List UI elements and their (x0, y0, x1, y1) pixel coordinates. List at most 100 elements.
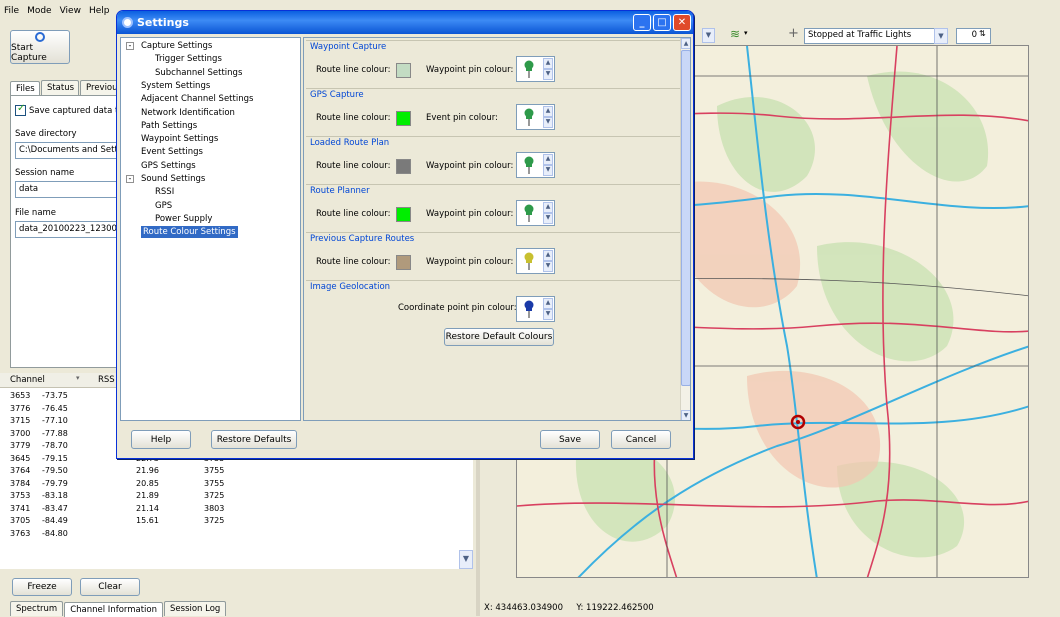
pin-colour-picker[interactable]: ▲ ▼ (516, 56, 555, 82)
save-checkbox[interactable]: Save captured data to (15, 103, 124, 116)
dialog-titlebar[interactable]: Settings _ □ ✕ (117, 11, 693, 34)
pin-spinner[interactable]: ▲ ▼ (543, 202, 553, 224)
pin-colour-picker[interactable]: ▲ ▼ (516, 296, 555, 322)
table-row[interactable]: 3784 -79.79 20.85 3755 (0, 478, 470, 491)
pin-spinner[interactable]: ▲ ▼ (543, 106, 553, 128)
pin-colour-label: Waypoint pin colour: (426, 257, 514, 267)
tab-files[interactable]: Files (10, 81, 40, 96)
tree-item[interactable]: Power Supply (155, 213, 212, 225)
pushpin-icon (522, 252, 536, 270)
pin-colour-picker[interactable]: ▲ ▼ (516, 248, 555, 274)
tree-item[interactable]: Capture Settings (141, 40, 212, 52)
table-cell: 3764 (10, 466, 31, 475)
tab-previous[interactable]: Previous (80, 80, 119, 95)
settings-tree: - Capture Settings Trigger Settings Subchan… (120, 37, 301, 421)
tab-session-log[interactable]: Session Log (164, 601, 227, 616)
tab-status[interactable]: Status (40, 80, 80, 95)
route-line-colour-swatch[interactable] (396, 159, 411, 174)
cancel-button[interactable]: Cancel (611, 430, 671, 449)
pin-colour-picker[interactable]: ▲ ▼ (516, 200, 555, 226)
table-cell: -73.75 (42, 391, 68, 400)
sort-icon: ▾ (76, 374, 80, 382)
table-row[interactable]: 3705 -84.49 15.61 3725 (0, 515, 470, 528)
pin-colour-picker[interactable]: ▲ ▼ (516, 104, 555, 130)
route-line-colour-swatch[interactable] (396, 111, 411, 126)
freeze-button[interactable]: Freeze (12, 578, 72, 596)
pin-colour-picker[interactable]: ▲ ▼ (516, 152, 555, 178)
table-cell: 3784 (10, 478, 31, 488)
table-cell: -79.50 (42, 466, 68, 475)
tab-spectrum[interactable]: Spectrum (10, 601, 64, 616)
tree-item[interactable]: Subchannel Settings (155, 67, 242, 79)
col-channel[interactable]: Channel (10, 375, 45, 385)
tree-item[interactable]: RSSI (155, 186, 174, 198)
pin-spinner[interactable]: ▲ ▼ (543, 58, 553, 80)
route-line-colour-swatch[interactable] (396, 255, 411, 270)
layers-icon[interactable]: ≋ (730, 27, 740, 41)
table-row[interactable]: 3741 -83.47 21.14 3803 (0, 503, 470, 516)
route-line-colour-swatch[interactable] (396, 63, 411, 78)
table-row[interactable]: 3753 -83.18 21.89 3725 (0, 490, 470, 503)
menu-file[interactable]: File (4, 6, 19, 16)
table-cell: 3755 (204, 478, 225, 488)
tree-item[interactable]: GPS (155, 200, 172, 212)
menu-view[interactable]: View (60, 6, 81, 16)
save-dir-field[interactable]: C:\Documents and Settin (15, 142, 125, 159)
chevron-down-icon[interactable]: ▾ (744, 29, 748, 37)
tree-item[interactable]: Route Colour Settings (141, 226, 238, 239)
crosshair-icon[interactable]: + (788, 26, 799, 41)
route-line-label: Route line colour: (316, 113, 391, 123)
x-coordinate: X: 434463.034900 (484, 603, 563, 613)
menu-help[interactable]: Help (89, 6, 110, 16)
tree-item[interactable]: GPS Settings (141, 160, 196, 172)
spinner-icon[interactable]: ⇅ (979, 29, 986, 38)
save-button[interactable]: Save (540, 430, 600, 449)
tree-expander-icon[interactable]: - (126, 175, 134, 183)
table-cell: 15.61 (136, 516, 159, 525)
restore-colours-button[interactable]: Restore Default Colours (444, 328, 554, 346)
table-cell: 3779 (10, 441, 31, 450)
table-cell: -84.49 (42, 516, 68, 525)
tree-item[interactable]: Network Identification (141, 107, 235, 119)
minimize-button[interactable]: _ (633, 14, 651, 31)
filename-field[interactable]: data_20100223_123003 (15, 221, 125, 238)
table-cell: 21.14 (136, 503, 159, 513)
coordinate-status: X: 434463.034900 Y: 119222.462500 (480, 600, 1060, 616)
pushpin-icon (522, 108, 536, 126)
clear-button[interactable]: Clear (80, 578, 140, 596)
table-row[interactable]: 3764 -79.50 21.96 3755 (0, 465, 470, 478)
restore-defaults-button[interactable]: Restore Defaults (211, 430, 297, 449)
tree-item[interactable]: Adjacent Channel Settings (141, 93, 253, 105)
pin-spinner[interactable]: ▲ ▼ (543, 250, 553, 272)
tree-item[interactable]: System Settings (141, 80, 210, 92)
session-field[interactable]: data (15, 181, 125, 198)
tree-item[interactable]: Sound Settings (141, 173, 205, 185)
help-button[interactable]: Help (131, 430, 191, 449)
table-cell: 3705 (10, 516, 31, 525)
tree-item[interactable]: Event Settings (141, 146, 203, 158)
table-scrollbar[interactable]: ▼ (459, 550, 473, 569)
tree-expander-icon[interactable]: - (126, 42, 134, 50)
pin-spinner[interactable]: ▲ ▼ (543, 298, 553, 320)
tab-channel-information[interactable]: Channel Information (64, 602, 164, 617)
files-panel: Save captured data to Save directory C:\… (10, 95, 125, 368)
table-row[interactable]: 3763 -84.80 (0, 528, 470, 541)
status-dropdown-arrow[interactable]: ▼ (934, 28, 948, 44)
pin-colour-label: Waypoint pin colour: (426, 161, 514, 171)
map-toolbar: ▼ ≋ ▾ + Stopped at Traffic Lights ▼ 0 ⇅ (694, 26, 1060, 46)
col-rss[interactable]: RSS (98, 375, 115, 385)
menu-mode[interactable]: Mode (27, 6, 52, 16)
tree-item[interactable]: Waypoint Settings (141, 133, 218, 145)
content-scrollbar[interactable]: ▲ ▼ (680, 38, 690, 420)
pushpin-icon (522, 300, 536, 318)
start-capture-button[interactable]: Start Capture (10, 30, 70, 64)
tree-item[interactable]: Trigger Settings (155, 53, 222, 65)
route-line-colour-swatch[interactable] (396, 207, 411, 222)
status-dropdown[interactable]: Stopped at Traffic Lights (804, 28, 936, 44)
tree-item[interactable]: Path Settings (141, 120, 197, 132)
close-button[interactable]: ✕ (673, 14, 691, 31)
maximize-button[interactable]: □ (653, 14, 671, 31)
table-cell: 21.89 (136, 491, 159, 500)
dropdown-arrow-left[interactable]: ▼ (702, 28, 715, 43)
pin-spinner[interactable]: ▲ ▼ (543, 154, 553, 176)
